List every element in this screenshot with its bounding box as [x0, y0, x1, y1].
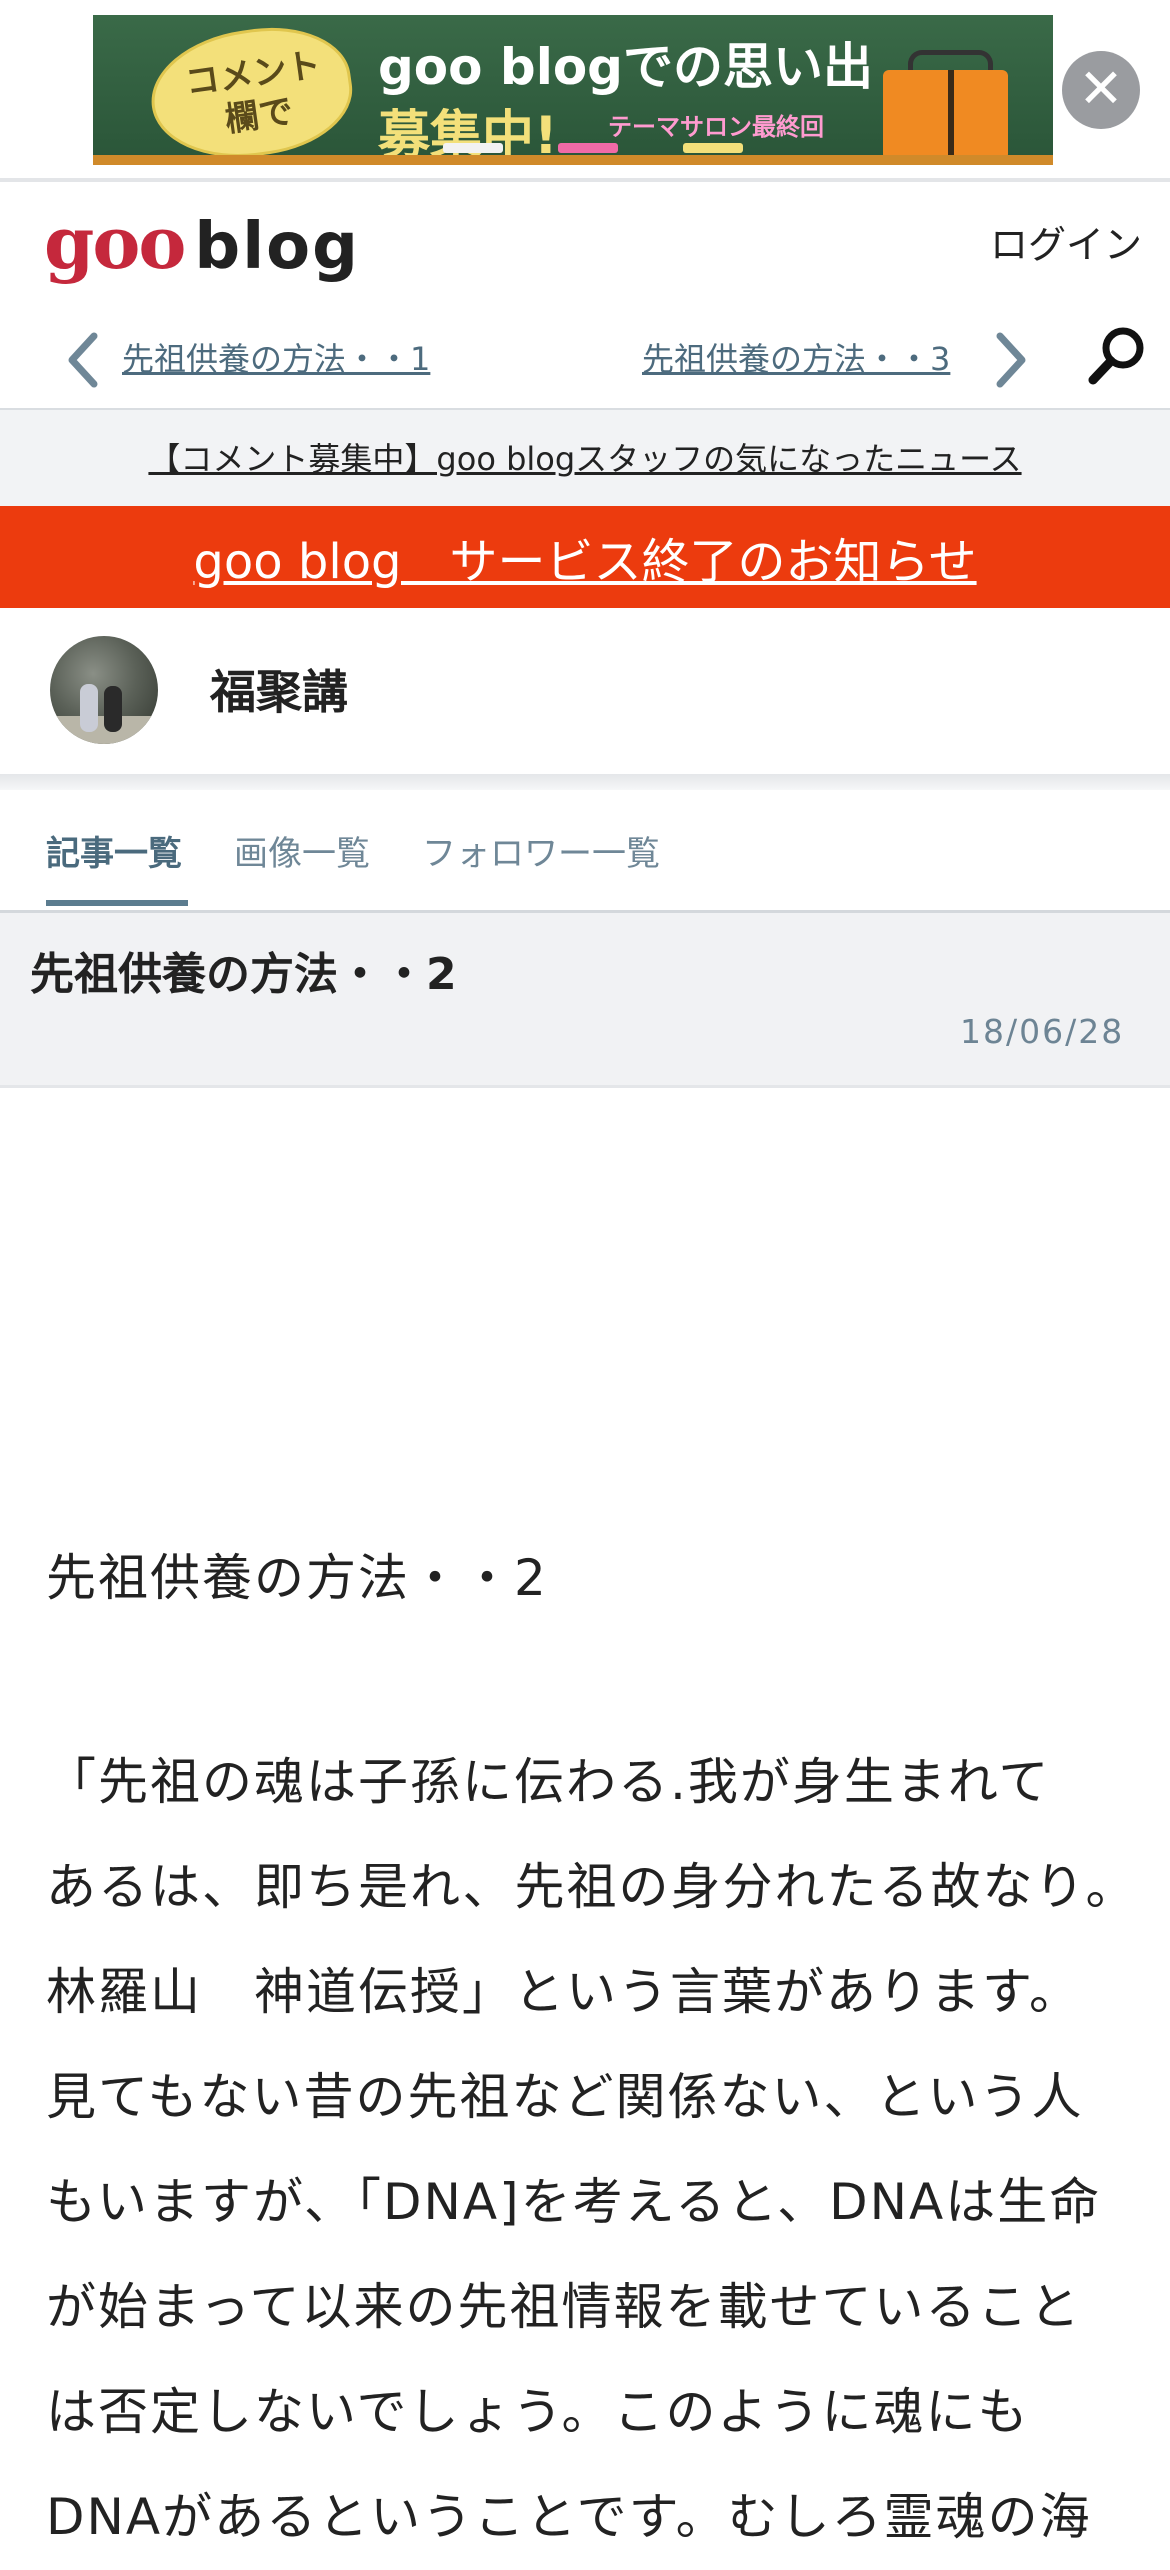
body-title: 先祖供養の方法・・2 [46, 1549, 548, 1607]
next-post-link[interactable]: 先祖供養の方法・・3 [642, 334, 950, 380]
body-line: 「先祖の魂は子孫に伝わる.我が身生まれて [46, 1753, 1051, 1811]
tab-images[interactable]: 画像一覧 [234, 826, 370, 875]
bag-strap [948, 70, 954, 160]
chevron-right-icon[interactable] [990, 330, 1030, 390]
active-tab-indicator [46, 900, 188, 906]
body-line: 見てもない昔の先祖など関係ない、という人 [46, 2068, 1084, 2126]
body-line: もいますが、「DNA]を考えると、DNAは生命 [46, 2173, 1102, 2231]
ad-tagline: テーマサロン最終回 [608, 113, 824, 141]
body-line: あるは、即ち是れ、先祖の身分れたる故なり。 [46, 1858, 1138, 1916]
chalk-pink [558, 143, 618, 153]
logo-blog: blog [194, 210, 360, 284]
notice-link[interactable]: 【コメント募集中】goo blogスタッフの気になったニュース [0, 434, 1170, 480]
logo-goo: goo [44, 200, 186, 285]
body-line: は否定しないでしょう。このように魂にも [46, 2383, 1030, 2441]
divider [0, 1085, 1170, 1088]
body-line: 林羅山 神道伝授」という言葉があります。 [46, 1963, 1081, 2021]
goo-blog-logo[interactable]: goo blog [44, 200, 360, 285]
avatar-figure [80, 684, 98, 732]
body-line: が始まって以来の先祖情報を載せていること [46, 2278, 1082, 2336]
avatar-figure [104, 686, 122, 732]
blog-name[interactable]: 福聚講 [210, 656, 348, 722]
article-date: 18/06/28 [960, 1012, 1125, 1051]
bag-icon [883, 70, 1008, 160]
service-end-link[interactable]: goo blog サービス終了のお知らせ [0, 522, 1170, 592]
prev-post-link[interactable]: 先祖供養の方法・・1 [122, 334, 430, 380]
divider [0, 774, 1170, 790]
profile-bar [0, 608, 1170, 774]
avatar[interactable] [50, 636, 158, 744]
close-icon[interactable]: ✕ [1062, 51, 1140, 129]
article-title: 先祖供養の方法・・2 [30, 949, 457, 1000]
ad-headline: goo blogでの思い出 [378, 38, 873, 96]
body-line: DNAがあるということです。むしろ霊魂の海 [46, 2488, 1092, 2546]
tab-articles[interactable]: 記事一覧 [46, 826, 182, 875]
chalk-white [443, 143, 503, 153]
article-body: 「先祖の魂は子孫に伝わる.我が身生まれて あるは、即ち是れ、先祖の身分れたる故な… [46, 1730, 1146, 2570]
ad-banner[interactable]: コメント 欄で goo blogでの思い出 募集中! テーマサロン最終回 [93, 15, 1053, 165]
chevron-left-icon[interactable] [64, 330, 104, 390]
chalkboard-ledge [93, 155, 1053, 165]
chalk-yellow [683, 143, 743, 153]
search-icon[interactable] [1085, 324, 1149, 388]
tab-followers[interactable]: フォロワー一覧 [422, 826, 660, 875]
login-link[interactable]: ログイン [990, 214, 1142, 269]
